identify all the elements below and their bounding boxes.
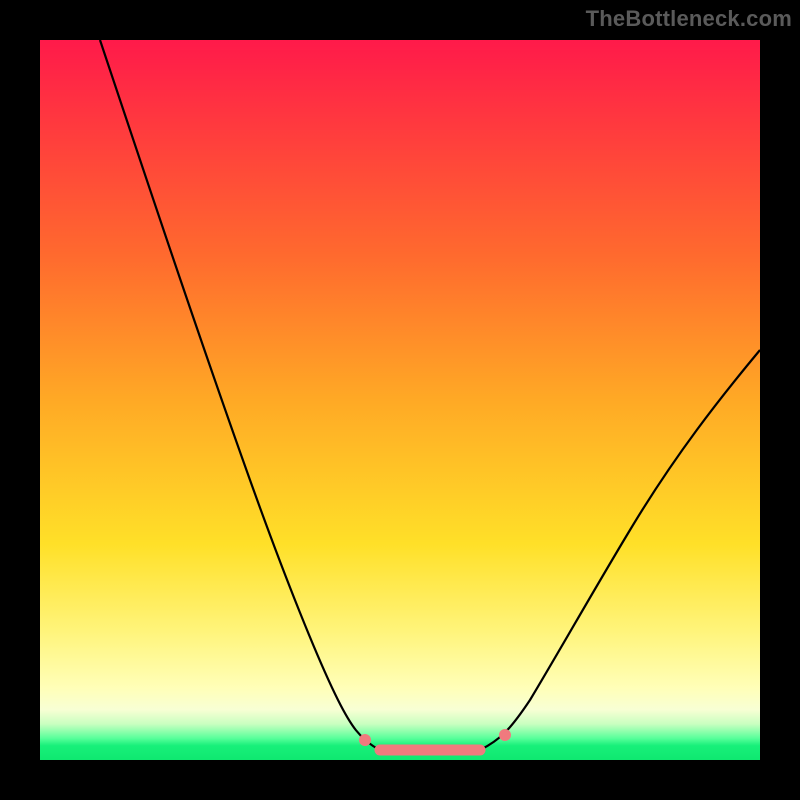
right-transition-marker [499,729,511,741]
left-curve [100,40,380,750]
left-transition-marker [359,734,371,746]
chart-frame: TheBottleneck.com [0,0,800,800]
watermark-label: TheBottleneck.com [586,6,792,32]
curves-svg [40,40,760,760]
plot-area [40,40,760,760]
right-curve [480,350,760,750]
